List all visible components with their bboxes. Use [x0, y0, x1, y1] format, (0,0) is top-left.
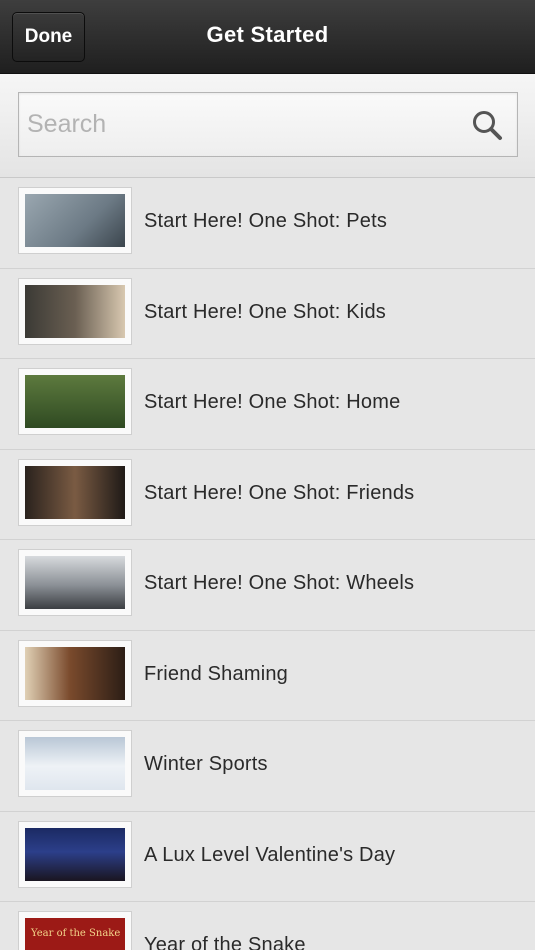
- search-bar-container: [0, 74, 535, 178]
- list-item[interactable]: Start Here! One Shot: Kids: [0, 268, 535, 359]
- list-item-label: Start Here! One Shot: Kids: [144, 300, 386, 323]
- list-item-label: Year of the Snake: [144, 934, 306, 950]
- list-item-label: Start Here! One Shot: Friends: [144, 481, 415, 504]
- thumbnail: [18, 820, 132, 888]
- list-item[interactable]: Start Here! One Shot: Friends: [0, 449, 535, 540]
- list-item-label: Winter Sports: [144, 753, 268, 775]
- list-item[interactable]: Winter Sports: [0, 721, 535, 812]
- list-item[interactable]: Start Here! One Shot: Wheels: [0, 540, 535, 631]
- winter-thumbnail-image: [25, 737, 125, 790]
- thumbnail-caption: Year of the Snake: [31, 928, 121, 939]
- shaming-thumbnail-image: [25, 646, 125, 700]
- list-item[interactable]: Start Here! One Shot: Home: [0, 359, 535, 450]
- thumbnail: [18, 458, 132, 526]
- thumbnail: [18, 639, 132, 707]
- list-item-label: Friend Shaming: [144, 662, 288, 685]
- thumbnail: [18, 730, 132, 797]
- search-box[interactable]: [18, 92, 518, 157]
- lux-thumbnail-image: [25, 827, 125, 881]
- list-item-label: Start Here! One Shot: Pets: [144, 210, 388, 232]
- wheels-thumbnail-image: [25, 556, 125, 609]
- thumbnail: [18, 187, 132, 254]
- page-title: Get Started: [206, 22, 329, 47]
- list-item-label: Start Here! One Shot: Wheels: [144, 572, 415, 594]
- kids-thumbnail-image: [25, 284, 125, 338]
- home-thumbnail-image: [25, 375, 125, 428]
- search-icon[interactable]: [471, 109, 503, 141]
- search-input[interactable]: [27, 93, 457, 156]
- list-item-label: A Lux Level Valentine's Day: [144, 843, 396, 866]
- list-item[interactable]: Start Here! One Shot: Pets: [0, 178, 535, 269]
- list-item[interactable]: Friend Shaming: [0, 630, 535, 721]
- template-list: Start Here! One Shot: Pets Start Here! O…: [0, 178, 535, 950]
- friends-thumbnail-image: [25, 465, 125, 519]
- list-item-label: Start Here! One Shot: Home: [144, 391, 401, 413]
- thumbnail: Year of the Snake: [18, 911, 132, 950]
- navigation-bar: Done Get Started: [0, 0, 535, 74]
- thumbnail: [18, 368, 132, 435]
- pets-thumbnail-image: [25, 194, 125, 247]
- thumbnail: [18, 549, 132, 616]
- list-item[interactable]: Year of the Snake Year of the Snake: [0, 902, 535, 950]
- list-item[interactable]: A Lux Level Valentine's Day: [0, 811, 535, 902]
- snake-thumbnail-image: Year of the Snake: [25, 918, 125, 950]
- thumbnail: [18, 277, 132, 345]
